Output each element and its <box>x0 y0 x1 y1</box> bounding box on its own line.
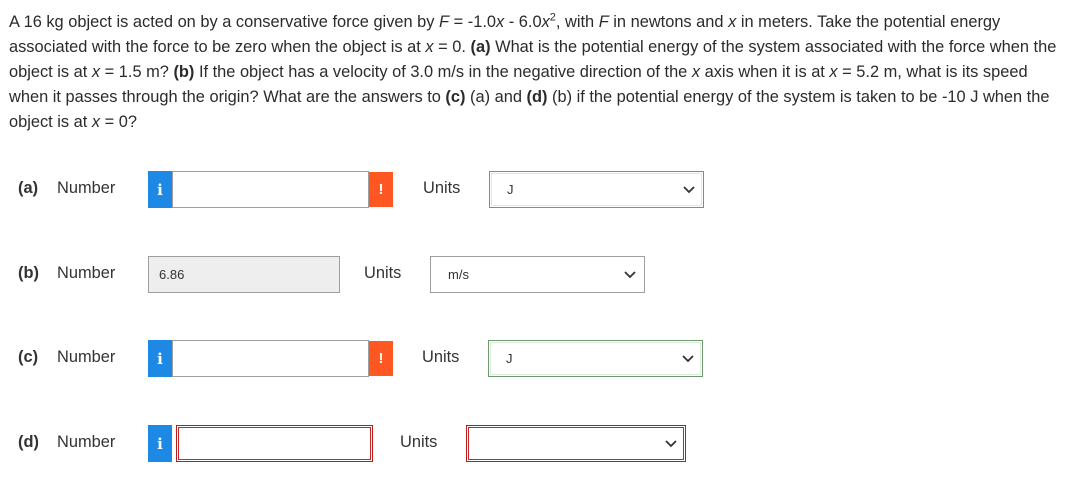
info-icon[interactable]: i <box>148 171 172 208</box>
question-fragment: = 0. <box>433 38 471 56</box>
part-label-d: (d) <box>18 433 39 451</box>
exclamation-icon: ! <box>369 172 393 207</box>
info-icon[interactable]: i <box>148 340 172 377</box>
exclamation-icon: ! <box>369 341 393 376</box>
units-select-c[interactable]: J <box>488 340 703 377</box>
question-fragment: = 1.5 m? <box>100 63 174 81</box>
question-fragment: (a) and <box>465 88 527 106</box>
number-input-a[interactable] <box>172 171 369 208</box>
units-select-value: m/s <box>448 267 469 282</box>
number-input-b[interactable] <box>148 256 340 293</box>
question-variable: x <box>91 113 101 131</box>
part-label-c: (c) <box>18 348 39 366</box>
chevron-down-icon <box>624 271 636 279</box>
part-label-b: (b) <box>18 264 39 282</box>
number-input-d[interactable] <box>176 425 373 462</box>
question-part-label: (a) <box>470 38 491 56</box>
question-variable: x <box>91 63 101 81</box>
units-select-b[interactable]: m/s <box>430 256 645 293</box>
number-label-a: Number <box>57 179 116 197</box>
question-fragment: If the object has a velocity of 3.0 m/s … <box>194 63 692 81</box>
question-fragment: A 16 kg object is acted on by a conserva… <box>9 13 440 31</box>
question-variable: F <box>598 13 609 31</box>
units-label-c: Units <box>422 348 460 366</box>
units-select-value: J <box>507 182 514 197</box>
question-fragment: in newtons and <box>608 13 729 31</box>
answer-row-b: (b) Number Units m/s <box>0 255 1066 295</box>
question-variable: F <box>439 13 450 31</box>
chevron-down-icon <box>665 440 677 448</box>
units-label-a: Units <box>423 179 461 197</box>
chevron-down-icon <box>683 186 695 194</box>
question-fragment: , with <box>555 13 599 31</box>
question-part-label: (c) <box>445 88 466 106</box>
question-text: A 16 kg object is acted on by a conserva… <box>9 10 1059 135</box>
question-variable: x <box>691 63 701 81</box>
question-variable: x <box>541 13 550 31</box>
question-fragment: = -1.0 <box>449 13 496 31</box>
question-part-label: (b) <box>173 63 195 81</box>
number-input-c[interactable] <box>172 340 369 377</box>
info-icon[interactable]: i <box>148 425 172 462</box>
units-label-d: Units <box>400 433 438 451</box>
number-label-d: Number <box>57 433 116 451</box>
answer-row-c: (c) Number i ! Units J <box>0 339 1066 379</box>
question-variable: x <box>496 13 505 31</box>
answer-row-d: (d) Number i Units <box>0 424 1066 464</box>
question-fragment: axis when it is at <box>700 63 830 81</box>
question-fragment: - 6.0 <box>504 13 542 31</box>
number-label-b: Number <box>57 264 116 282</box>
question-variable: x <box>425 38 434 56</box>
question-part-label: (d) <box>526 88 548 106</box>
units-select-value: J <box>506 351 513 366</box>
units-label-b: Units <box>364 264 402 282</box>
question-fragment: = 0? <box>100 113 138 131</box>
units-select-d[interactable] <box>466 425 686 462</box>
question-variable: x <box>829 63 838 81</box>
part-label-a: (a) <box>18 179 39 197</box>
chevron-down-icon <box>682 355 694 363</box>
number-label-c: Number <box>57 348 116 366</box>
answer-row-a: (a) Number i ! Units J <box>0 170 1066 210</box>
units-select-a[interactable]: J <box>489 171 704 208</box>
